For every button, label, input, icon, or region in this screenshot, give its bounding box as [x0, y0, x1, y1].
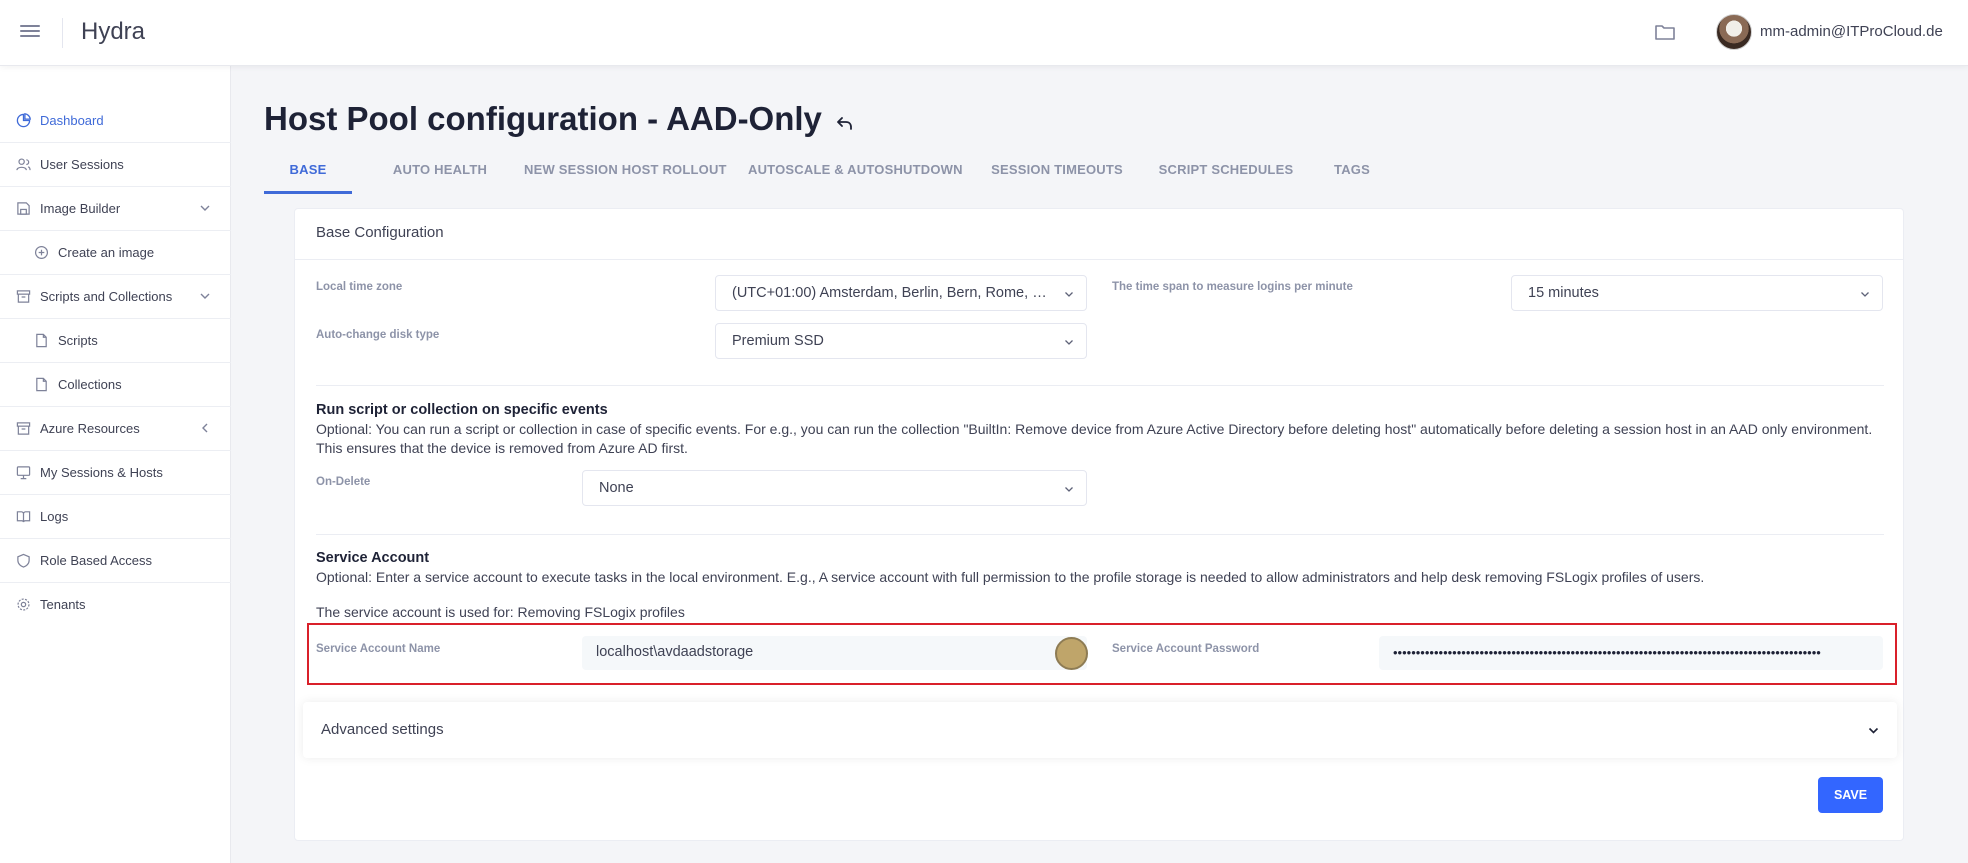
- chevron-down-icon: [1868, 727, 1879, 734]
- sidebar-item-label: Create an image: [58, 245, 155, 260]
- sidebar-item-user-sessions[interactable]: User Sessions: [0, 143, 231, 187]
- sidebar-item-azure-resources[interactable]: Azure Resources: [0, 407, 231, 451]
- service-account-name-label: Service Account Name: [316, 643, 441, 655]
- service-account-used-for: The service account is used for: Removin…: [316, 604, 685, 620]
- sidebar-item-scripts-collections[interactable]: Scripts and Collections: [0, 275, 231, 319]
- sidebar-item-label: Scripts: [58, 333, 98, 348]
- pie-chart-icon: [16, 113, 31, 128]
- timezone-select[interactable]: (UTC+01:00) Amsterdam, Berlin, Bern, Rom…: [715, 275, 1087, 311]
- timespan-value: 15 minutes: [1528, 285, 1599, 301]
- service-account-section-title: Service Account: [316, 550, 430, 566]
- events-section-title: Run script or collection on specific eve…: [316, 402, 608, 418]
- user-email[interactable]: mm-admin@ITProCloud.de: [1760, 23, 1943, 40]
- service-account-name-input[interactable]: localhost\avdaadstorage: [582, 636, 1087, 670]
- file-icon: [36, 333, 47, 348]
- advanced-settings-label: Advanced settings: [321, 721, 444, 738]
- sidebar-item-label: Image Builder: [40, 201, 121, 216]
- divider: [316, 385, 1884, 386]
- disk-type-label: Auto-change disk type: [316, 329, 440, 341]
- events-description: Optional: You can run a script or collec…: [316, 421, 1873, 456]
- sidebar-item-create-image[interactable]: Create an image: [0, 231, 231, 275]
- archive-icon: [16, 422, 31, 435]
- timespan-label: The time span to measure logins per minu…: [1112, 281, 1353, 293]
- chevron-down-icon: [200, 293, 210, 299]
- save-button[interactable]: SAVE: [1818, 777, 1883, 813]
- sidebar-item-label: Dashboard: [40, 113, 104, 128]
- chevron-down-icon: [1065, 487, 1073, 492]
- sidebar-item-tenants[interactable]: Tenants: [0, 583, 231, 627]
- base-configuration-card: Base Configuration Local time zone (UTC+…: [294, 208, 1904, 841]
- tab-new-session-host-rollout[interactable]: NEW SESSION HOST ROLLOUT: [524, 156, 727, 194]
- service-account-password-label: Service Account Password: [1112, 643, 1260, 655]
- sidebar-item-my-sessions-hosts[interactable]: My Sessions & Hosts: [0, 451, 231, 495]
- timezone-value: (UTC+01:00) Amsterdam, Berlin, Bern, Rom…: [732, 285, 1052, 301]
- card-title: Base Configuration: [316, 224, 444, 241]
- sidebar-item-scripts[interactable]: Scripts: [0, 319, 231, 363]
- on-delete-label: On-Delete: [316, 476, 371, 488]
- disk-type-value: Premium SSD: [732, 333, 824, 349]
- service-account-description: Optional: Enter a service account to exe…: [316, 569, 1705, 585]
- archive-icon: [16, 290, 31, 303]
- top-header: Hydra mm-admin@ITProCloud.de: [0, 0, 1968, 66]
- chevron-down-icon: [1065, 292, 1073, 297]
- undo-icon[interactable]: [835, 114, 855, 132]
- page-title: Host Pool configuration - AAD-Only: [264, 100, 822, 137]
- tab-auto-health[interactable]: AUTO HEALTH: [380, 156, 500, 194]
- book-icon: [16, 511, 31, 523]
- sidebar-item-label: My Sessions & Hosts: [40, 465, 163, 480]
- sidebar-item-image-builder[interactable]: Image Builder: [0, 187, 231, 231]
- tab-tags[interactable]: TAGS: [1322, 156, 1382, 194]
- sidebar: Dashboard User Sessions Image Builder Cr…: [0, 66, 231, 863]
- chevron-down-icon: [1861, 292, 1869, 297]
- sidebar-item-label: Tenants: [40, 597, 86, 612]
- chevron-down-icon: [1065, 340, 1073, 345]
- plus-circle-icon: [34, 245, 49, 260]
- timezone-label: Local time zone: [316, 281, 403, 293]
- advanced-settings-toggle[interactable]: Advanced settings: [303, 702, 1897, 758]
- timespan-select[interactable]: 15 minutes: [1511, 275, 1883, 311]
- sidebar-item-label: User Sessions: [40, 157, 124, 172]
- on-delete-value: None: [599, 480, 634, 496]
- sidebar-item-role-based-access[interactable]: Role Based Access: [0, 539, 231, 583]
- disk-type-select[interactable]: Premium SSD: [715, 323, 1087, 359]
- divider: [295, 259, 1903, 260]
- on-delete-select[interactable]: None: [582, 470, 1087, 506]
- menu-toggle-icon[interactable]: [20, 22, 42, 40]
- save-icon: [17, 202, 30, 215]
- folder-icon[interactable]: [1654, 22, 1676, 42]
- tab-autoscale-autoshutdown[interactable]: AUTOSCALE & AUTOSHUTDOWN: [748, 156, 963, 194]
- avatar[interactable]: [1716, 14, 1752, 50]
- sidebar-item-label: Azure Resources: [40, 421, 140, 436]
- password-manager-icon[interactable]: [1055, 637, 1088, 670]
- chevron-left-icon: [202, 423, 208, 433]
- sidebar-item-collections[interactable]: Collections: [0, 363, 231, 407]
- file-icon: [36, 377, 47, 392]
- sidebar-item-dashboard[interactable]: Dashboard: [0, 99, 231, 143]
- sidebar-item-logs[interactable]: Logs: [0, 495, 231, 539]
- settings-icon: [17, 598, 30, 611]
- sidebar-item-label: Role Based Access: [40, 553, 153, 568]
- shield-icon: [17, 553, 30, 568]
- monitor-icon: [16, 466, 31, 480]
- sidebar-item-label: Scripts and Collections: [40, 289, 173, 304]
- sidebar-item-label: Logs: [40, 509, 69, 524]
- sidebar-item-label: Collections: [58, 377, 122, 392]
- tab-script-schedules[interactable]: SCRIPT SCHEDULES: [1156, 156, 1296, 194]
- tab-base[interactable]: BASE: [264, 156, 352, 194]
- brand-divider: [62, 18, 63, 48]
- service-account-password-input[interactable]: ••••••••••••••••••••••••••••••••••••••••…: [1379, 636, 1883, 670]
- divider: [316, 534, 1884, 535]
- tab-session-timeouts[interactable]: SESSION TIMEOUTS: [982, 156, 1132, 194]
- users-icon: [16, 158, 31, 171]
- app-title: Hydra: [81, 18, 146, 45]
- chevron-down-icon: [200, 205, 210, 211]
